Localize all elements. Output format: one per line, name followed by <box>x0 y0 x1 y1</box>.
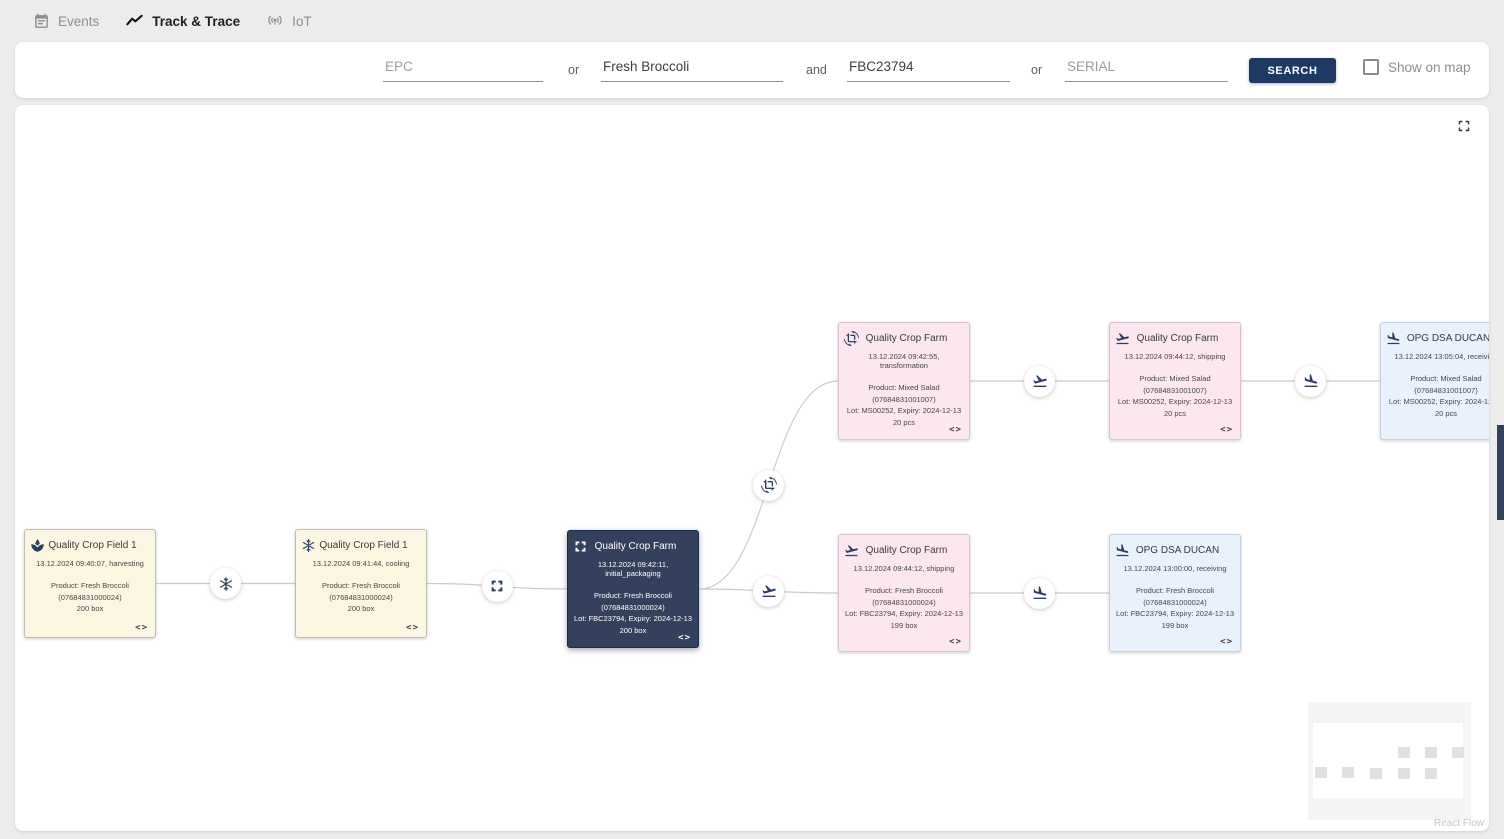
flight-takeoff-icon <box>1115 331 1130 346</box>
node-details: Product: Fresh Broccoli(07684831000024)L… <box>573 590 693 637</box>
scrollbar-thumb[interactable] <box>1497 425 1504 520</box>
node-title: OPG DSA DUCAN <box>1130 545 1235 556</box>
tab-events[interactable]: Events <box>33 13 99 30</box>
minimap-viewport <box>1313 723 1463 798</box>
node-timestamp: 13.12.2024 09:41:44, cooling <box>301 559 421 568</box>
snowflake-icon <box>301 538 316 553</box>
packaging-icon <box>573 539 588 554</box>
node-title: Quality Crop Farm <box>859 333 964 344</box>
edge-flight-takeoff-icon <box>1024 366 1055 397</box>
node-details: Product: Mixed Salad(07684831001007)Lot:… <box>1115 373 1235 420</box>
node-timestamp: 13.12.2024 09:40:07, harvesting <box>30 559 150 568</box>
connector-and: and <box>806 63 827 77</box>
tab-label: IoT <box>292 14 312 29</box>
serial-input[interactable] <box>1065 56 1228 82</box>
code-icon[interactable]: <> <box>1220 637 1233 647</box>
node-timestamp: 13.12.2024 13:00:00, receiving <box>1115 564 1235 573</box>
flight-takeoff-icon <box>844 543 859 558</box>
track-trace-icon <box>125 12 144 31</box>
show-on-map-toggle[interactable]: Show on map <box>1363 59 1471 75</box>
code-icon[interactable]: <> <box>949 425 962 435</box>
product-name-input[interactable] <box>601 56 783 82</box>
flow-node-3[interactable]: Quality Crop Farm 13.12.2024 09:42:11, in… <box>567 530 699 648</box>
tab-label: Events <box>58 14 99 29</box>
harvest-icon <box>30 538 45 553</box>
node-timestamp: 13.12.2024 09:44:12, shipping <box>844 564 964 573</box>
edge-transformation-icon <box>753 470 784 501</box>
edge-flight-landing-icon <box>1295 366 1326 397</box>
events-icon <box>33 13 50 30</box>
lot-number-input[interactable] <box>847 56 1010 82</box>
node-title: Quality Crop Field 1 <box>316 540 421 551</box>
epc-input[interactable] <box>383 56 543 82</box>
node-details: Product: Fresh Broccoli(07684831000024)2… <box>301 580 421 615</box>
node-header: Quality Crop Farm <box>1115 331 1235 346</box>
flight-landing-icon <box>1386 331 1401 346</box>
node-title: Quality Crop Farm <box>859 545 964 556</box>
minimap-node <box>1398 768 1410 779</box>
tabbar: Events Track & Trace IoT <box>0 0 1504 42</box>
flow-canvas[interactable]: Quality Crop Field 1 13.12.2024 09:40:07,… <box>15 105 1489 831</box>
react-flow-attribution: React Flow <box>1434 818 1484 829</box>
code-icon[interactable]: <> <box>1220 425 1233 435</box>
flow-node-7[interactable]: Quality Crop Farm 13.12.2024 09:44:12, sh… <box>838 534 970 652</box>
node-header: Quality Crop Field 1 <box>301 538 421 553</box>
edge-flight-takeoff-icon <box>753 576 784 607</box>
node-header: Quality Crop Farm <box>844 331 964 346</box>
flow-node-2[interactable]: Quality Crop Field 1 13.12.2024 09:41:44,… <box>295 529 427 638</box>
edge-snowflake-icon <box>210 568 241 599</box>
node-header: Quality Crop Farm <box>573 539 693 554</box>
node-header: OPG DSA DUCAN <box>1115 543 1235 558</box>
show-on-map-label: Show on map <box>1388 60 1471 75</box>
connector-or: or <box>568 63 579 77</box>
flow-node-8[interactable]: OPG DSA DUCAN 13.12.2024 13:00:00, receiv… <box>1109 534 1241 652</box>
show-on-map-checkbox[interactable] <box>1363 59 1379 75</box>
edge-packaging-icon <box>482 571 513 602</box>
node-details: Product: Fresh Broccoli(07684831000024)2… <box>30 580 150 615</box>
fullscreen-icon[interactable] <box>1455 117 1473 135</box>
transformation-icon <box>844 331 859 346</box>
node-timestamp: 13.12.2024 09:42:55, transformation <box>844 352 964 370</box>
node-timestamp: 13.12.2024 09:42:11, initial_packaging <box>573 560 693 578</box>
flow-node-5[interactable]: Quality Crop Farm 13.12.2024 09:44:12, sh… <box>1109 322 1241 440</box>
node-header: Quality Crop Farm <box>844 543 964 558</box>
minimap[interactable] <box>1308 702 1471 820</box>
node-title: Quality Crop Farm <box>588 541 693 552</box>
flow-node-6[interactable]: OPG DSA DUCAN 13.12.2024 13:05:04, receiv… <box>1380 322 1489 440</box>
node-title: OPG DSA DUCAN <box>1401 333 1489 344</box>
minimap-node <box>1425 747 1437 758</box>
flight-landing-icon <box>1115 543 1130 558</box>
flow-edges <box>15 105 1489 831</box>
search-panel: or and or SEARCH Show on map <box>15 42 1489 98</box>
connector-or: or <box>1031 63 1042 77</box>
flow-node-1[interactable]: Quality Crop Field 1 13.12.2024 09:40:07,… <box>24 529 156 638</box>
minimap-node <box>1452 747 1464 758</box>
code-icon[interactable]: <> <box>949 637 962 647</box>
code-icon[interactable]: <> <box>678 633 691 643</box>
minimap-node <box>1315 767 1327 778</box>
minimap-node <box>1425 768 1437 779</box>
node-title: Quality Crop Farm <box>1130 333 1235 344</box>
flow-node-4[interactable]: Quality Crop Farm 13.12.2024 09:42:55, tr… <box>838 322 970 440</box>
node-details: Product: Fresh Broccoli(07684831000024)L… <box>1115 585 1235 632</box>
node-details: Product: Mixed Salad(07684831001007)Lot:… <box>1386 373 1489 420</box>
node-details: Product: Mixed Salad(07684831001007)Lot:… <box>844 382 964 429</box>
minimap-node <box>1370 768 1382 779</box>
node-timestamp: 13.12.2024 09:44:12, shipping <box>1115 352 1235 361</box>
node-title: Quality Crop Field 1 <box>45 540 150 551</box>
search-button[interactable]: SEARCH <box>1249 58 1336 83</box>
tab-label: Track & Trace <box>152 14 240 29</box>
tab-iot[interactable]: IoT <box>266 12 312 30</box>
minimap-node <box>1398 747 1410 758</box>
node-timestamp: 13.12.2024 13:05:04, receiving <box>1386 352 1489 361</box>
minimap-node <box>1342 767 1354 778</box>
edge-flight-landing-icon <box>1024 578 1055 609</box>
iot-icon <box>266 12 284 30</box>
node-header: OPG DSA DUCAN <box>1386 331 1489 346</box>
node-details: Product: Fresh Broccoli(07684831000024)L… <box>844 585 964 632</box>
node-header: Quality Crop Field 1 <box>30 538 150 553</box>
code-icon[interactable]: <> <box>406 623 419 633</box>
tab-track-and-trace[interactable]: Track & Trace <box>125 12 240 31</box>
code-icon[interactable]: <> <box>135 623 148 633</box>
